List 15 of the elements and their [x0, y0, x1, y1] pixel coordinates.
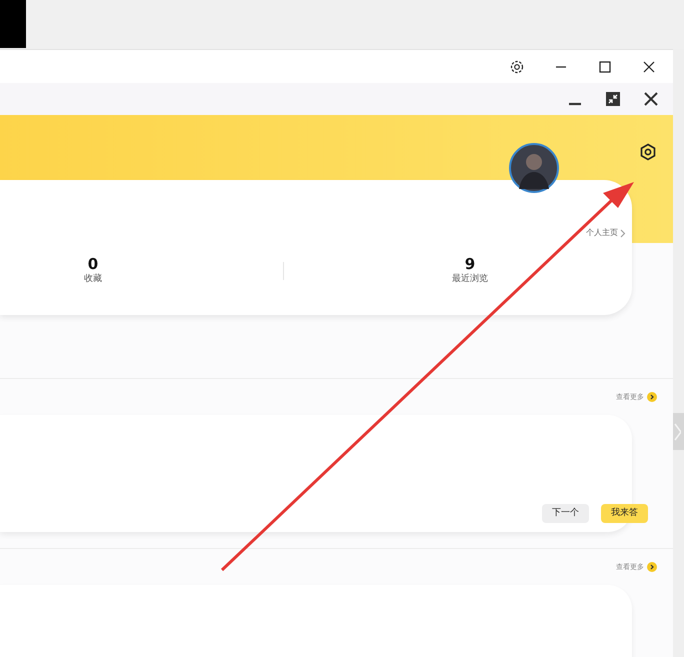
settings-icon[interactable] — [509, 58, 525, 74]
settings-icon[interactable] — [639, 143, 657, 161]
cropped-panel — [0, 0, 26, 48]
close-icon[interactable] — [641, 58, 657, 74]
next-button[interactable]: 下一个 — [542, 504, 589, 523]
shrink-icon[interactable] — [605, 91, 621, 107]
maximize-icon[interactable] — [597, 58, 613, 74]
profile-link[interactable]: 个人主页 — [586, 227, 618, 239]
close-icon[interactable] — [643, 91, 659, 107]
stat-value: 9 — [464, 255, 476, 273]
stat-label[interactable]: 收藏 — [84, 273, 102, 286]
stat-label[interactable]: 最近浏览 — [452, 273, 488, 286]
chevron-icon — [620, 228, 626, 238]
stat-value: 0 — [88, 255, 98, 273]
answer-button[interactable]: 我来答 — [601, 504, 648, 523]
